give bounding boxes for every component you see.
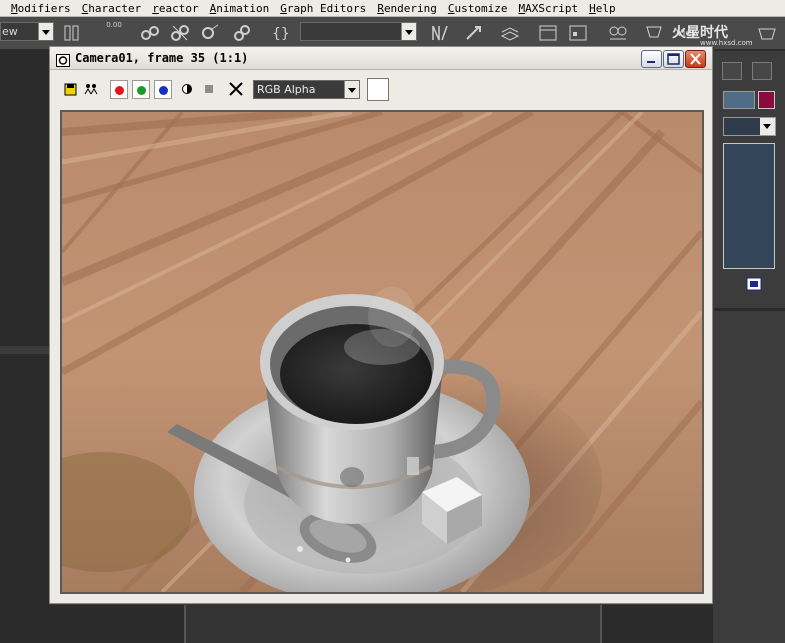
channel-display-select[interactable]: RGB Alpha: [253, 80, 360, 99]
render-toolbar: RGB Alpha: [50, 71, 712, 107]
alpha-channel-icon[interactable]: [178, 80, 196, 98]
rendered-image-canvas: [62, 112, 702, 592]
menu-character[interactable]: Character: [82, 2, 142, 15]
red-channel-toggle[interactable]: [110, 80, 128, 99]
select-object-icon[interactable]: [232, 23, 252, 43]
blue-channel-icon: [159, 86, 168, 95]
bind-space-warp-icon[interactable]: [200, 23, 220, 43]
object-color-swatch[interactable]: [758, 91, 775, 109]
render-setup-icon[interactable]: [644, 23, 664, 43]
command-panel: [713, 51, 785, 643]
dropdown-arrow-icon: [38, 23, 53, 40]
window-title-bar[interactable]: Camera01, frame 35 (1:1): [50, 47, 712, 70]
green-channel-toggle[interactable]: [132, 80, 150, 99]
rendered-frame-window: Camera01, frame 35 (1:1) RGB Alpha: [49, 46, 713, 604]
pixel-color-swatch[interactable]: [367, 78, 389, 101]
mirror-icon[interactable]: [430, 23, 450, 43]
spinner-snap[interactable]: 0.00: [100, 21, 128, 45]
menu-help[interactable]: Help: [589, 2, 616, 15]
minimize-button[interactable]: [641, 50, 662, 68]
save-bitmap-icon[interactable]: [62, 80, 80, 98]
monochrome-icon[interactable]: [200, 80, 218, 98]
bottom-viewport: [184, 604, 602, 643]
modifier-stack-list[interactable]: [723, 143, 775, 269]
object-name-field[interactable]: [723, 91, 755, 109]
schematic-view-icon[interactable]: [568, 23, 588, 43]
dropdown-arrow-icon: [401, 23, 416, 40]
modifier-list-select[interactable]: [723, 117, 776, 136]
menu-modifiers[interactable]: Modifiers: [11, 2, 71, 15]
dropdown-arrow-icon: [344, 81, 359, 98]
menu-reactor[interactable]: reactor: [152, 2, 198, 15]
material-editor-icon[interactable]: [608, 23, 628, 43]
layer-manager-icon[interactable]: [500, 23, 520, 43]
rendered-image: [60, 110, 704, 594]
channel-display-value: RGB Alpha: [257, 83, 316, 96]
unlink-icon[interactable]: [170, 23, 190, 43]
dropdown-arrow-icon: [760, 118, 775, 135]
green-channel-icon: [137, 86, 146, 95]
curve-editor-icon[interactable]: [538, 23, 558, 43]
menu-maxscript[interactable]: MAXScript: [519, 2, 579, 15]
maximize-button[interactable]: [663, 50, 684, 68]
red-channel-icon: [115, 86, 124, 95]
reference-coordinate-select[interactable]: ew: [0, 22, 54, 41]
blue-channel-toggle[interactable]: [154, 80, 172, 99]
spinner-value: 0.00: [106, 21, 122, 29]
select-link-icon[interactable]: [140, 23, 160, 43]
window-app-icon: [56, 52, 70, 67]
menu-bar: Modifiers Character reactor Animation Gr…: [0, 0, 785, 17]
menu-customize[interactable]: Customize: [448, 2, 508, 15]
display-panel-icon[interactable]: [722, 62, 742, 80]
viewport-divider: [0, 346, 52, 354]
clone-window-icon[interactable]: [82, 80, 100, 98]
pivot-icon[interactable]: [62, 23, 82, 43]
menu-graph-editors[interactable]: Graph Editors: [280, 2, 366, 15]
close-button[interactable]: [685, 50, 706, 68]
align-icon[interactable]: [464, 23, 484, 43]
menu-animation[interactable]: Animation: [210, 2, 270, 15]
named-selection-set-select[interactable]: [300, 22, 417, 41]
selection-filter-icon[interactable]: {}: [270, 23, 290, 43]
window-title: Camera01, frame 35 (1:1): [75, 51, 249, 65]
utilities-panel-icon[interactable]: [752, 62, 772, 80]
clear-icon[interactable]: [227, 80, 245, 98]
reference-coordinate-value: ew: [2, 25, 18, 38]
panel-separator: [713, 308, 785, 311]
menu-rendering[interactable]: Rendering: [377, 2, 437, 15]
svg-text:{}: {}: [272, 26, 290, 42]
quick-render-icon[interactable]: [757, 23, 777, 43]
configure-modifier-sets-icon[interactable]: [745, 276, 765, 294]
